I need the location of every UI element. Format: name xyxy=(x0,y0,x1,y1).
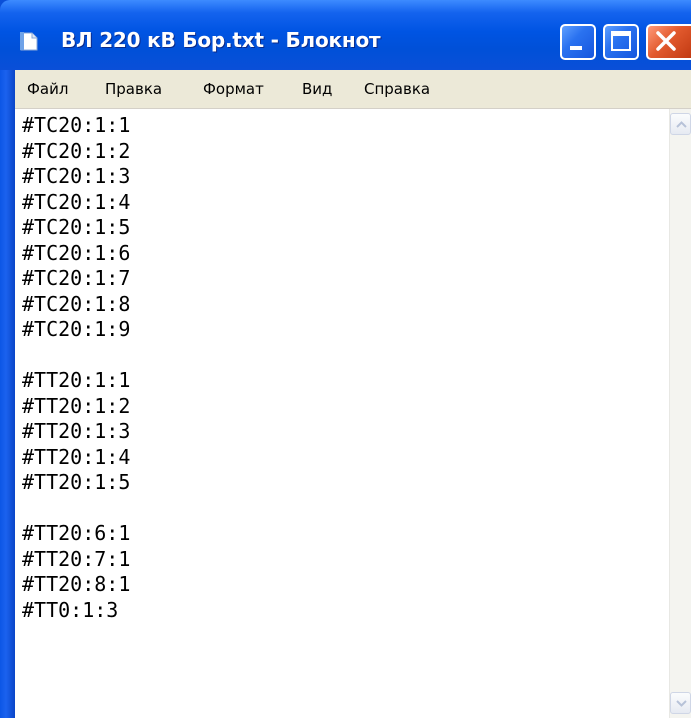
text-line: #TT20:1:3 xyxy=(22,419,131,443)
text-line: #TT20:7:1 xyxy=(22,546,131,571)
close-button[interactable] xyxy=(646,24,691,60)
text-line: #TT20:1:4 xyxy=(22,444,131,469)
text-line: #TT0:1:3 xyxy=(22,597,119,622)
minimize-button[interactable] xyxy=(560,24,596,60)
text-line xyxy=(22,496,130,522)
scroll-down-button[interactable] xyxy=(670,692,691,714)
menu-edit[interactable]: Правка xyxy=(105,80,162,98)
minimize-icon xyxy=(570,46,582,50)
menu-file[interactable]: Файл xyxy=(27,80,68,98)
document-text: #TC20:1:1 #TC20:1:2 #TC20:1:3 #TC20:1:4 … xyxy=(22,113,130,623)
text-line: #TC20:1:9 xyxy=(22,317,131,341)
maximize-button[interactable] xyxy=(603,24,639,60)
notepad-icon xyxy=(20,32,38,51)
menu-view[interactable]: Вид xyxy=(302,80,332,98)
text-line: #TT20:1:1 xyxy=(22,368,131,392)
close-icon xyxy=(656,31,676,51)
text-editor[interactable]: #TC20:1:1 #TC20:1:2 #TC20:1:3 #TC20:1:4 … xyxy=(15,109,669,718)
text-line xyxy=(22,343,130,369)
scroll-up-button[interactable] xyxy=(670,113,691,135)
text-line: #TC20:1:3 xyxy=(22,164,131,188)
window-title: ВЛ 220 кВ Бор.txt - Блокнот xyxy=(61,28,381,52)
window-frame-left xyxy=(0,30,15,718)
text-line: #TT20:6:1 xyxy=(22,521,131,545)
text-line: #TT20:8:1 xyxy=(22,572,131,596)
menu-format[interactable]: Формат xyxy=(203,80,264,98)
text-line: #TC20:1:6 xyxy=(22,240,131,265)
vertical-scrollbar[interactable] xyxy=(669,109,691,718)
scroll-down-arrow-icon xyxy=(676,700,687,707)
menu-help[interactable]: Справка xyxy=(364,80,430,98)
text-line: #TT20:1:2 xyxy=(22,393,131,418)
text-line: #TC20:1:5 xyxy=(22,215,131,239)
menu-bar: Файл Правка Формат Вид Справка xyxy=(15,70,691,109)
text-line: #TC20:1:8 xyxy=(22,291,131,316)
title-bar[interactable]: ВЛ 220 кВ Бор.txt - Блокнот xyxy=(0,0,691,70)
notepad-window: ВЛ 220 кВ Бор.txt - Блокнот Файл Правка … xyxy=(0,0,691,718)
text-line: #TC20:1:4 xyxy=(22,189,131,214)
text-line: #TT20:1:5 xyxy=(22,470,131,494)
text-line: #TC20:1:2 xyxy=(22,138,131,163)
text-line: #TC20:1:1 xyxy=(22,113,131,137)
text-line: #TC20:1:7 xyxy=(22,266,131,290)
maximize-icon xyxy=(611,31,631,51)
scroll-up-arrow-icon xyxy=(676,121,687,128)
